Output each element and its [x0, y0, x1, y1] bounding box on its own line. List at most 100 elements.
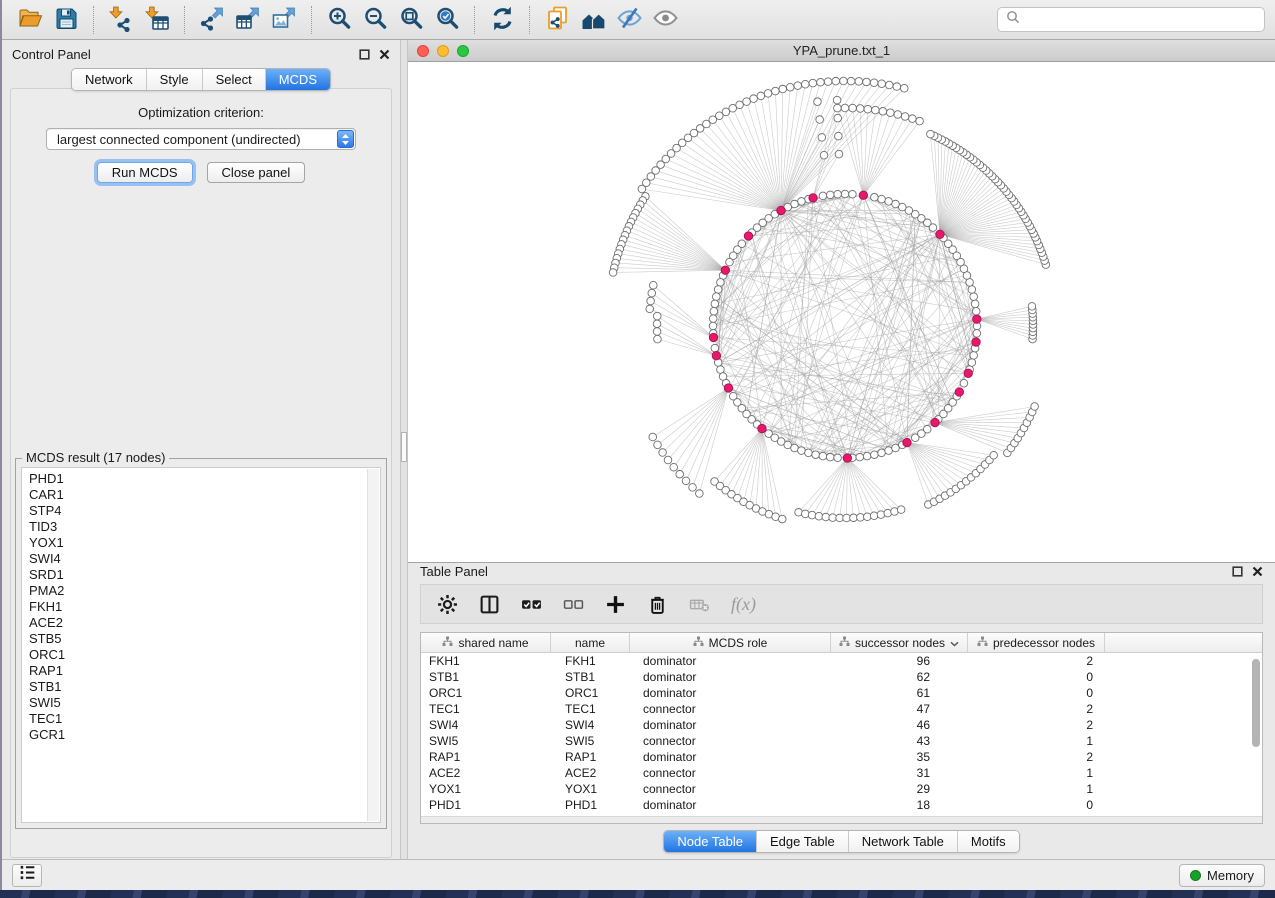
network-node[interactable]	[786, 83, 794, 91]
network-node[interactable]	[812, 451, 820, 459]
tab-mcds[interactable]: MCDS	[265, 69, 330, 90]
save-button[interactable]	[48, 4, 84, 36]
table-cell[interactable]: 46	[831, 718, 968, 732]
mcds-result-item[interactable]: SWI4	[29, 551, 366, 567]
mcds-node[interactable]	[859, 191, 867, 199]
mcds-node[interactable]	[931, 418, 939, 426]
network-node[interactable]	[893, 83, 901, 91]
mcds-result-item[interactable]: PHD1	[29, 471, 366, 487]
table-row[interactable]: SWI4SWI4dominator462	[421, 717, 1262, 733]
network-node[interactable]	[850, 514, 858, 522]
table-cell[interactable]: ACE2	[551, 766, 630, 780]
network-node[interactable]	[878, 449, 886, 457]
memory-button[interactable]: Memory	[1179, 864, 1265, 887]
optimization-criterion-dropdown[interactable]: largest connected component (undirected)	[46, 128, 356, 150]
network-node[interactable]	[778, 515, 786, 523]
mcds-node[interactable]	[972, 338, 980, 346]
network-node[interactable]	[826, 453, 834, 461]
network-node[interactable]	[817, 78, 825, 86]
columns-icon[interactable]	[479, 594, 500, 615]
network-node[interactable]	[970, 293, 978, 301]
network-node[interactable]	[864, 105, 872, 113]
network-node[interactable]	[809, 79, 817, 87]
network-node[interactable]	[791, 444, 799, 452]
table-cell[interactable]: 62	[831, 670, 968, 684]
network-node[interactable]	[654, 441, 662, 449]
network-node[interactable]	[971, 300, 979, 308]
network-node[interactable]	[808, 511, 816, 519]
network-node[interactable]	[833, 96, 841, 104]
network-node[interactable]	[682, 477, 690, 485]
table-cell[interactable]: TEC1	[551, 702, 630, 716]
network-node[interactable]	[717, 366, 725, 374]
mcds-node[interactable]	[955, 388, 963, 396]
network-node[interactable]	[736, 101, 744, 109]
import-table-button[interactable]	[139, 4, 175, 36]
tab-network[interactable]: Network	[72, 69, 146, 90]
mcds-result-item[interactable]: ACE2	[29, 615, 366, 631]
table-cell[interactable]: dominator	[630, 750, 831, 764]
network-node[interactable]	[794, 82, 802, 90]
table-cell[interactable]: connector	[630, 734, 831, 748]
table-cell[interactable]: 61	[831, 686, 968, 700]
network-node[interactable]	[924, 425, 932, 433]
network-node[interactable]	[909, 115, 917, 123]
table-cell[interactable]: dominator	[630, 798, 831, 812]
table-cell[interactable]: YOX1	[551, 782, 630, 796]
network-node[interactable]	[676, 470, 684, 478]
mcds-node[interactable]	[712, 351, 720, 359]
table-cell[interactable]: YOX1	[421, 782, 551, 796]
network-node[interactable]	[1031, 403, 1039, 411]
mcds-node[interactable]	[744, 232, 752, 240]
network-node[interactable]	[815, 512, 823, 520]
export-table-button[interactable]	[230, 4, 266, 36]
table-cell[interactable]: 29	[831, 782, 968, 796]
mcds-result-item[interactable]: SRD1	[29, 567, 366, 583]
network-node[interactable]	[653, 328, 661, 336]
network-node[interactable]	[849, 190, 857, 198]
table-cell[interactable]: FKH1	[551, 654, 630, 668]
search-input[interactable]	[1026, 12, 1256, 27]
mcds-result-item[interactable]: PMA2	[29, 583, 366, 599]
network-node[interactable]	[757, 92, 765, 100]
network-node[interactable]	[900, 84, 908, 92]
tab-node-table[interactable]: Node Table	[664, 831, 756, 852]
table-cell[interactable]: 31	[831, 766, 968, 780]
mcds-result-item[interactable]: ORC1	[29, 647, 366, 663]
network-window-titlebar[interactable]: YPA_prune.txt_1	[408, 40, 1275, 62]
network-node[interactable]	[670, 463, 678, 471]
network-node[interactable]	[885, 447, 893, 455]
mcds-node[interactable]	[709, 333, 717, 341]
table-row[interactable]: TEC1TEC1connector472	[421, 701, 1262, 717]
table-scrollbar-thumb[interactable]	[1252, 659, 1260, 747]
tab-select[interactable]: Select	[202, 69, 265, 90]
network-node[interactable]	[892, 200, 900, 208]
table-cell[interactable]: 43	[831, 734, 968, 748]
table-hscroll-track[interactable]	[421, 816, 1262, 823]
network-node[interactable]	[871, 194, 879, 202]
import-network-button[interactable]	[103, 4, 139, 36]
mcds-result-item[interactable]: TEC1	[29, 711, 366, 727]
table-cell[interactable]: SWI4	[551, 718, 630, 732]
table-row[interactable]: STB1STB1dominator620	[421, 669, 1262, 685]
network-node[interactable]	[834, 104, 842, 112]
table-cell[interactable]: dominator	[630, 686, 831, 700]
network-node[interactable]	[819, 192, 827, 200]
export-network-button[interactable]	[194, 4, 230, 36]
network-node[interactable]	[654, 335, 662, 343]
network-node[interactable]	[820, 151, 828, 159]
table-row[interactable]: FKH1FKH1dominator962	[421, 653, 1262, 669]
tab-network-table[interactable]: Network Table	[848, 831, 957, 852]
search-box[interactable]	[997, 7, 1265, 32]
mcds-node[interactable]	[809, 194, 817, 202]
table-cell[interactable]: STB1	[551, 670, 630, 684]
table-cell[interactable]: SWI4	[421, 718, 551, 732]
close-panel-action-button[interactable]: Close panel	[207, 162, 306, 183]
network-node[interactable]	[863, 78, 871, 86]
network-node[interactable]	[743, 98, 751, 106]
network-node[interactable]	[659, 449, 667, 457]
close-panel-button[interactable]	[379, 49, 390, 60]
network-node[interactable]	[855, 78, 863, 86]
column-header-successor-nodes[interactable]: successor nodes	[831, 633, 968, 652]
table-cell[interactable]: connector	[630, 766, 831, 780]
